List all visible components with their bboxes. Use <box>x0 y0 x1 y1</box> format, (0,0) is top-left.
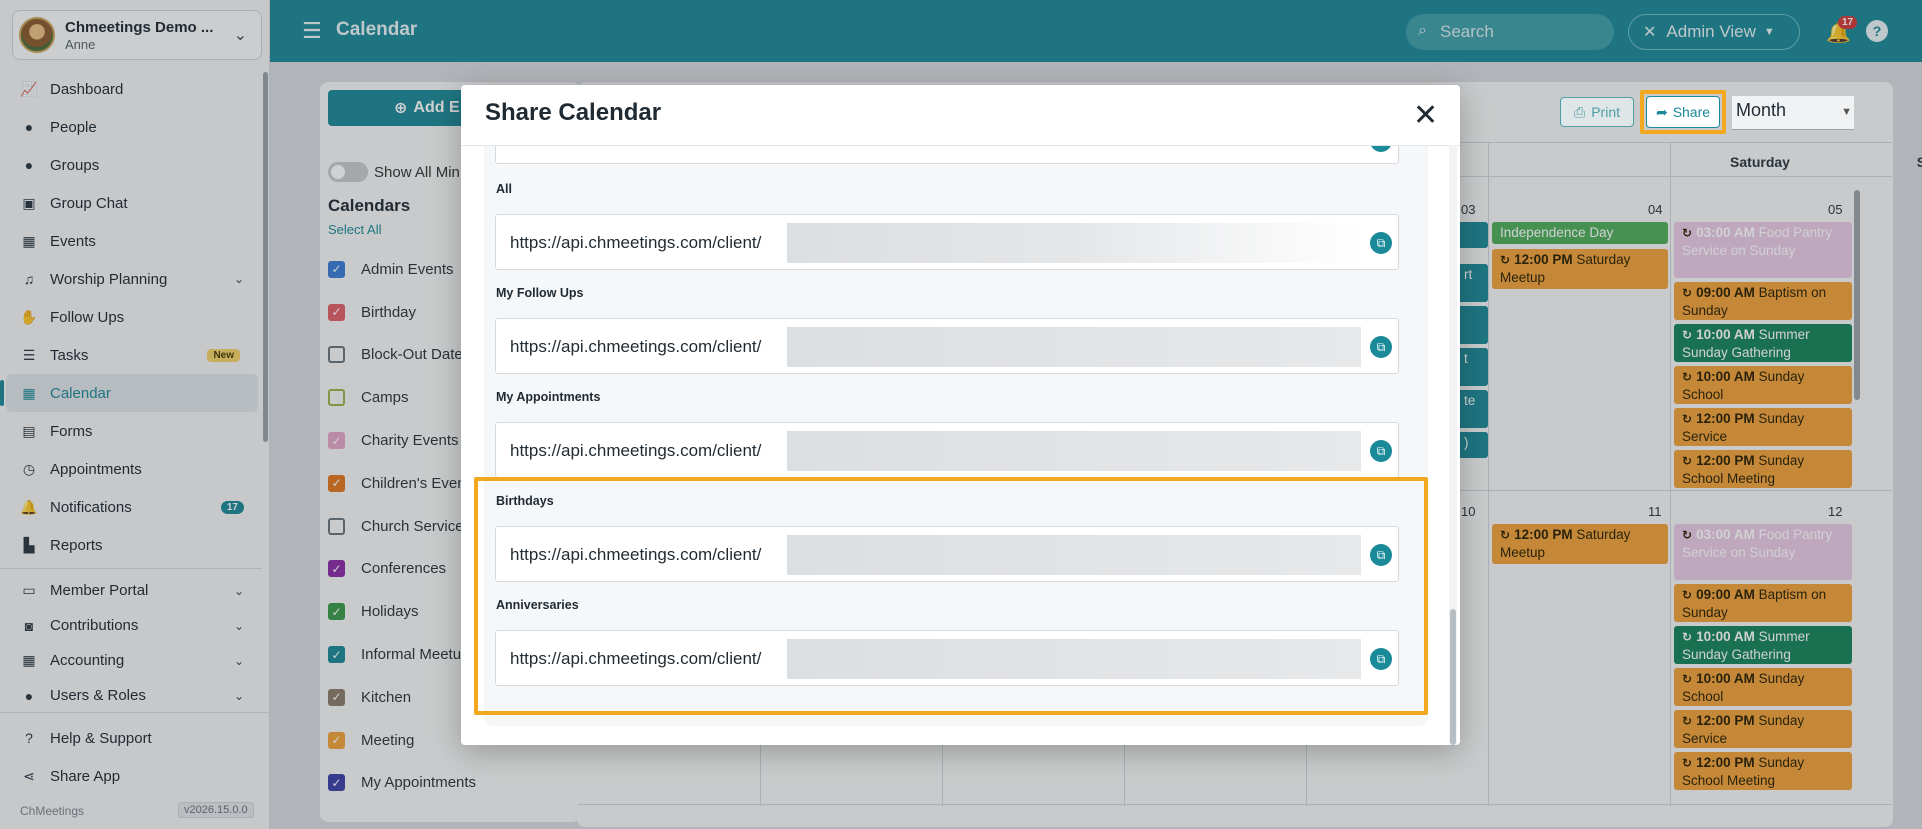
url-text[interactable]: https://api.chmeetings.com/client/ <box>510 337 761 357</box>
copy-icon[interactable]: ⧉ <box>1370 232 1392 254</box>
section-label: All <box>496 182 512 196</box>
url-text[interactable]: https://api.chmeetings.com/client/ <box>510 233 761 253</box>
share-button[interactable]: ➦ Share <box>1646 96 1720 128</box>
url-box: ⧉ <box>495 146 1399 164</box>
redacted-token <box>787 223 1361 263</box>
redacted-token <box>787 431 1361 471</box>
section-label: My Follow Ups <box>496 286 584 300</box>
copy-icon[interactable]: ⧉ <box>1370 336 1392 358</box>
copy-icon[interactable]: ⧉ <box>1370 440 1392 462</box>
url-text[interactable]: https://api.chmeetings.com/client/ <box>510 441 761 461</box>
modal-scrollbar-thumb[interactable] <box>1450 609 1456 745</box>
url-box: https://api.chmeetings.com/client/ ⧉ <box>495 318 1399 374</box>
redacted-token <box>787 327 1361 367</box>
copy-icon[interactable]: ⧉ <box>1370 146 1392 152</box>
url-box: https://api.chmeetings.com/client/ ⧉ <box>495 214 1399 270</box>
close-icon[interactable]: ✕ <box>1413 101 1438 131</box>
birthdays-anniversaries-highlight <box>474 477 1428 715</box>
section-label: My Appointments <box>496 390 601 404</box>
url-box: https://api.chmeetings.com/client/ ⧉ <box>495 422 1399 478</box>
printer-icon: ⎙ <box>1574 103 1586 120</box>
print-button[interactable]: ⎙ Print <box>1560 97 1634 127</box>
modal-title: Share Calendar <box>485 99 662 126</box>
view-select[interactable]: Month ▼ <box>1732 96 1854 130</box>
share-arrow-icon: ➦ <box>1655 103 1668 120</box>
caret-down-icon: ▼ <box>1841 106 1852 118</box>
